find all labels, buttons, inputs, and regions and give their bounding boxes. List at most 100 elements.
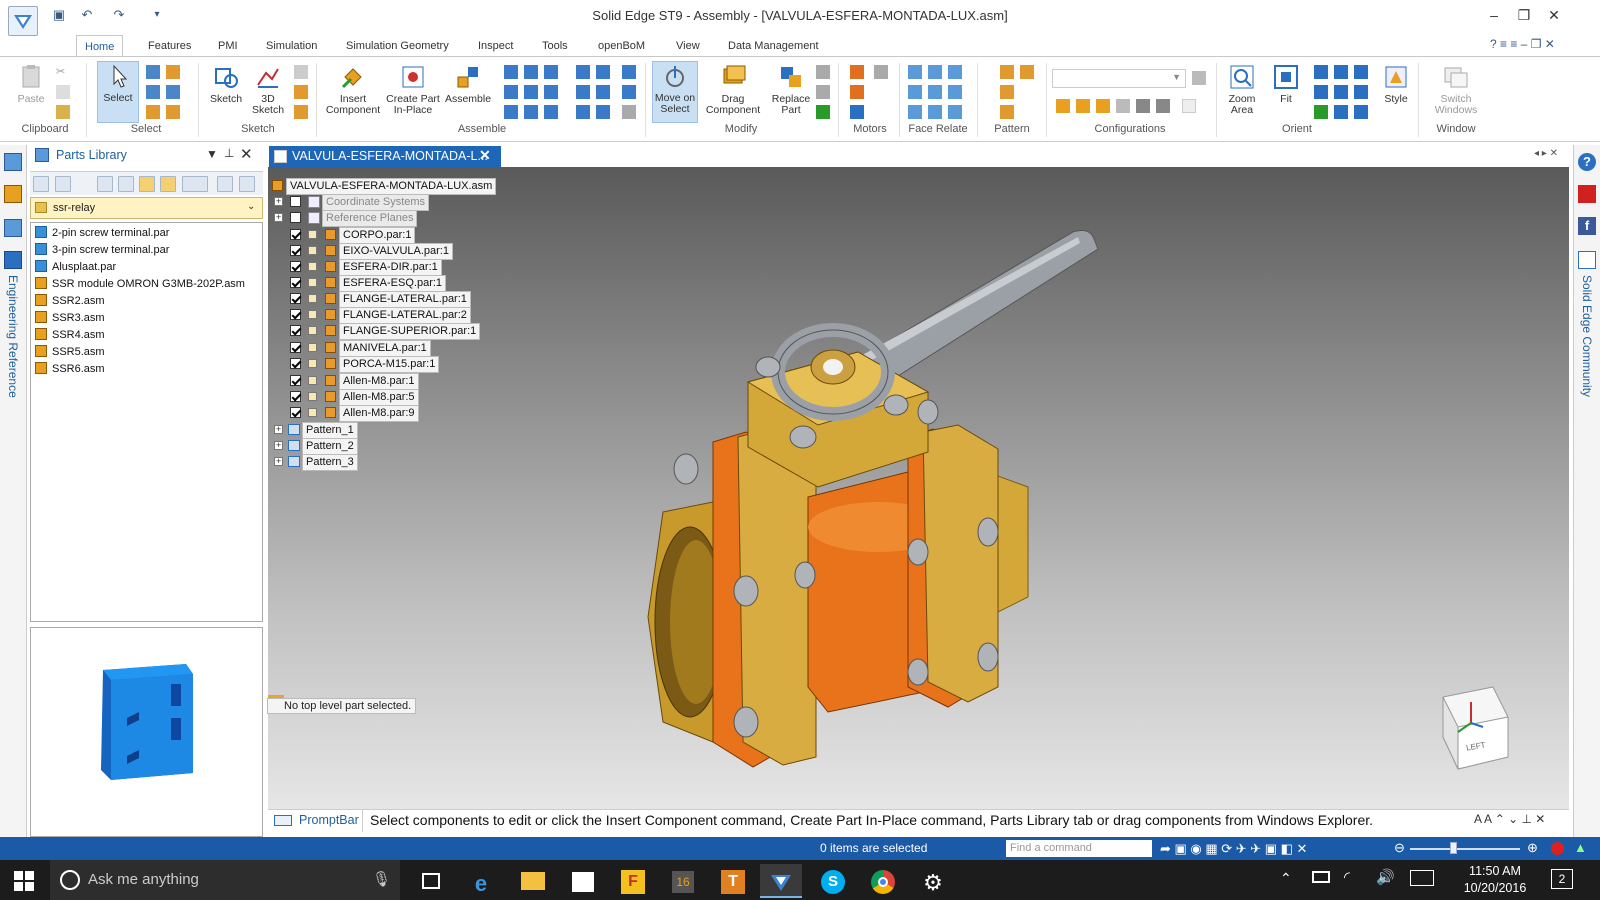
paste-special-icon[interactable] (56, 105, 70, 119)
switch-windows-button[interactable]: Switch Windows (1426, 63, 1486, 125)
cortana-search-box[interactable]: Ask me anything 🎙 (50, 860, 400, 900)
copy-icon[interactable] (56, 85, 70, 99)
zoom-slider-thumb[interactable] (1450, 842, 1457, 854)
tab-simulation-geometry[interactable]: Simulation Geometry (338, 35, 457, 57)
cut-icon[interactable]: ✂ (56, 65, 70, 79)
clock-date[interactable]: 10/20/2016 (1456, 881, 1534, 895)
face-relate-icon-2[interactable] (928, 65, 942, 79)
insert-component-button[interactable]: Insert Component (324, 63, 382, 125)
tab-tools[interactable]: Tools (534, 35, 576, 57)
tab-inspect[interactable]: Inspect (470, 35, 521, 57)
wifi-icon[interactable]: ◜ (1344, 868, 1350, 886)
move-on-select-button[interactable]: Move on Select (652, 61, 698, 123)
config-icon-5[interactable] (1136, 99, 1150, 113)
list-item[interactable]: 3-pin screw terminal.par (35, 242, 169, 259)
youtube-icon[interactable] (1578, 185, 1596, 203)
store-icon[interactable] (562, 864, 604, 898)
sketch-button[interactable]: Sketch (208, 63, 244, 119)
list-item[interactable]: SSR5.asm (35, 344, 105, 361)
orient-icon-5[interactable] (1334, 105, 1348, 119)
skype-icon[interactable]: S (812, 864, 854, 898)
visibility-checkbox[interactable] (290, 277, 301, 288)
tree-part-node[interactable]: PORCA-M15.par:1 (270, 356, 520, 373)
relate-icon-18[interactable] (622, 105, 636, 119)
filter-icon[interactable] (217, 176, 233, 192)
select-assembly-icon[interactable] (166, 105, 180, 119)
configuration-save-icon[interactable] (1192, 71, 1206, 85)
chrome-icon[interactable] (862, 864, 904, 898)
motor-icon-2[interactable] (874, 65, 888, 79)
view-cube[interactable] (1442, 686, 1509, 770)
close-document-icon[interactable]: ✕ (479, 147, 491, 164)
tree-part-node[interactable]: Allen-M8.par:5 (270, 389, 520, 406)
edge-browser-icon[interactable]: e (460, 864, 502, 898)
face-relate-icon-1[interactable] (908, 65, 922, 79)
select-options-icon[interactable] (166, 85, 180, 99)
views-dropdown-icon[interactable] (182, 176, 208, 192)
list-item[interactable]: SSR2.asm (35, 293, 105, 310)
face-relate-icon-4[interactable] (908, 85, 922, 99)
pattern-icon-4[interactable] (1000, 105, 1014, 119)
orient-icon-6[interactable] (1354, 105, 1368, 119)
zoom-icon[interactable] (1314, 65, 1328, 79)
zoom-area-button[interactable]: Zoom Area (1222, 63, 1262, 125)
tree-pattern-node[interactable]: + Pattern_3 (270, 454, 520, 471)
file-explorer-icon[interactable] (512, 864, 554, 898)
orient-icon-1[interactable] (1314, 85, 1328, 99)
select-part-icon[interactable] (146, 105, 160, 119)
config-icon-4[interactable] (1116, 99, 1130, 113)
visibility-checkbox[interactable] (290, 196, 301, 207)
config-icon-1[interactable] (1056, 99, 1070, 113)
relate-icon-9[interactable] (544, 105, 558, 119)
relate-icon-15[interactable] (596, 105, 610, 119)
expand-icon[interactable]: + (274, 441, 283, 450)
find-command-input[interactable]: Find a command (1006, 840, 1152, 857)
tree-reference-planes[interactable]: + Reference Planes (270, 210, 520, 227)
view-list-icon[interactable] (33, 176, 49, 192)
modify-tool-icon-2[interactable] (816, 85, 830, 99)
notifications-icon[interactable]: 2 (1551, 869, 1573, 889)
select-tool-icon[interactable] (166, 65, 180, 79)
select-box-icon[interactable] (146, 85, 160, 99)
relate-icon-2[interactable] (524, 65, 538, 79)
configuration-dropdown[interactable]: ▼ (1052, 69, 1186, 88)
visibility-checkbox[interactable] (290, 293, 301, 304)
tree-part-node[interactable]: Allen-M8.par:9 (270, 405, 520, 422)
rotate-icon[interactable] (1354, 65, 1368, 79)
relate-icon-5[interactable] (524, 85, 538, 99)
search-icon[interactable] (239, 176, 255, 192)
panel-menu-icon[interactable]: ▼ (206, 147, 218, 161)
relate-icon-16[interactable] (622, 65, 636, 79)
document-tab[interactable]: VALVULA-ESFERA-MONTADA-L... ✕ (269, 146, 501, 167)
relate-icon-4[interactable] (504, 85, 518, 99)
app-f-icon[interactable]: F (612, 864, 654, 898)
face-relate-icon-7[interactable] (908, 105, 922, 119)
tree-part-node[interactable]: Allen-M8.par:1 (270, 373, 520, 390)
volume-icon[interactable]: 🔊 (1376, 868, 1395, 886)
app-t-icon[interactable]: T (712, 864, 754, 898)
list-item[interactable]: SSR6.asm (35, 361, 105, 378)
style-button[interactable]: Style (1378, 63, 1414, 125)
document-scroll-icons[interactable]: ◂ ▸ ✕ (1534, 148, 1558, 159)
config-icon-3[interactable] (1096, 99, 1110, 113)
list-item[interactable]: SSR4.asm (35, 327, 105, 344)
promptbar-controls[interactable]: A A ⌃ ⌄ ⊥ ✕ (1474, 812, 1545, 826)
up-folder-icon[interactable] (139, 176, 155, 192)
clock-time[interactable]: 11:50 AM (1456, 864, 1534, 878)
assemble-button[interactable]: Assemble (442, 63, 494, 119)
sketch-tool-icon[interactable] (294, 65, 308, 79)
relate-icon-13[interactable] (596, 85, 610, 99)
solid-edge-community-tab[interactable]: Solid Edge Community (1580, 275, 1594, 397)
relate-icon-11[interactable] (596, 65, 610, 79)
tab-simulation[interactable]: Simulation (258, 35, 325, 57)
restore-button[interactable]: ❐ (1510, 5, 1538, 25)
visibility-checkbox[interactable] (290, 391, 301, 402)
engineering-reference-tab[interactable]: Engineering Reference (6, 275, 20, 398)
relate-icon-8[interactable] (524, 105, 538, 119)
relate-icon-14[interactable] (576, 105, 590, 119)
zoom-in-icon[interactable]: ⊕ (1527, 840, 1538, 856)
visibility-checkbox[interactable] (290, 325, 301, 336)
back-icon[interactable] (97, 176, 113, 192)
tree-part-node[interactable]: FLANGE-LATERAL.par:1 (270, 291, 520, 308)
help-icon[interactable]: ? (1578, 153, 1596, 171)
